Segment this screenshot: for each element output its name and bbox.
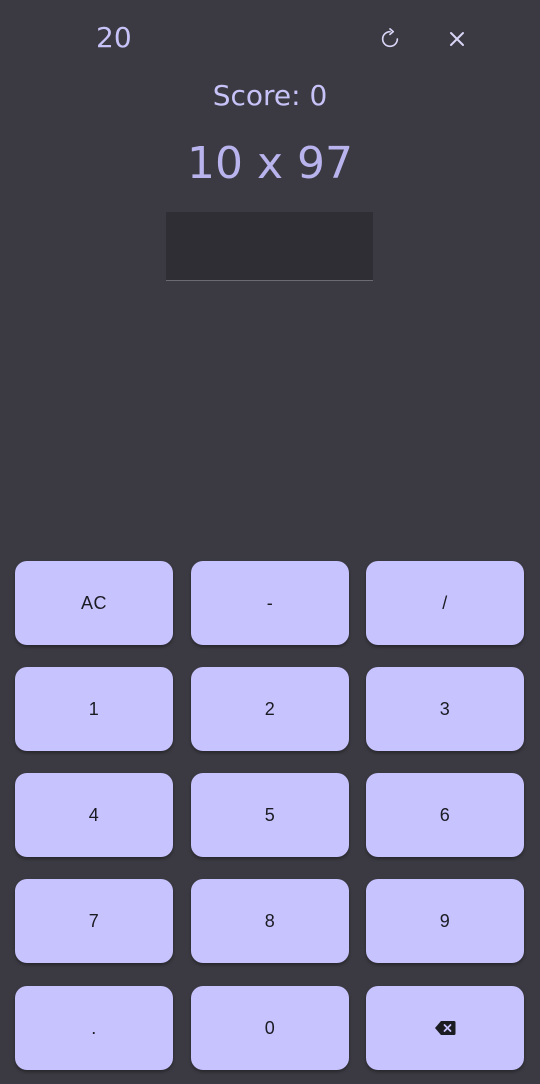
- key-ac[interactable]: AC: [15, 561, 173, 645]
- backspace-button[interactable]: [366, 986, 524, 1070]
- key-7[interactable]: 7: [15, 879, 173, 963]
- key-5[interactable]: 5: [191, 773, 349, 857]
- key-decimal[interactable]: .: [15, 986, 173, 1070]
- backspace-icon: [435, 1021, 456, 1035]
- key-minus[interactable]: -: [191, 561, 349, 645]
- key-9[interactable]: 9: [366, 879, 524, 963]
- key-1[interactable]: 1: [15, 667, 173, 751]
- key-2[interactable]: 2: [191, 667, 349, 751]
- keypad: AC - / 1 2 3 4 5 6 7 8 9 . 0: [0, 0, 540, 1084]
- key-8[interactable]: 8: [191, 879, 349, 963]
- key-6[interactable]: 6: [366, 773, 524, 857]
- key-3[interactable]: 3: [366, 667, 524, 751]
- key-divide[interactable]: /: [366, 561, 524, 645]
- key-4[interactable]: 4: [15, 773, 173, 857]
- key-0[interactable]: 0: [191, 986, 349, 1070]
